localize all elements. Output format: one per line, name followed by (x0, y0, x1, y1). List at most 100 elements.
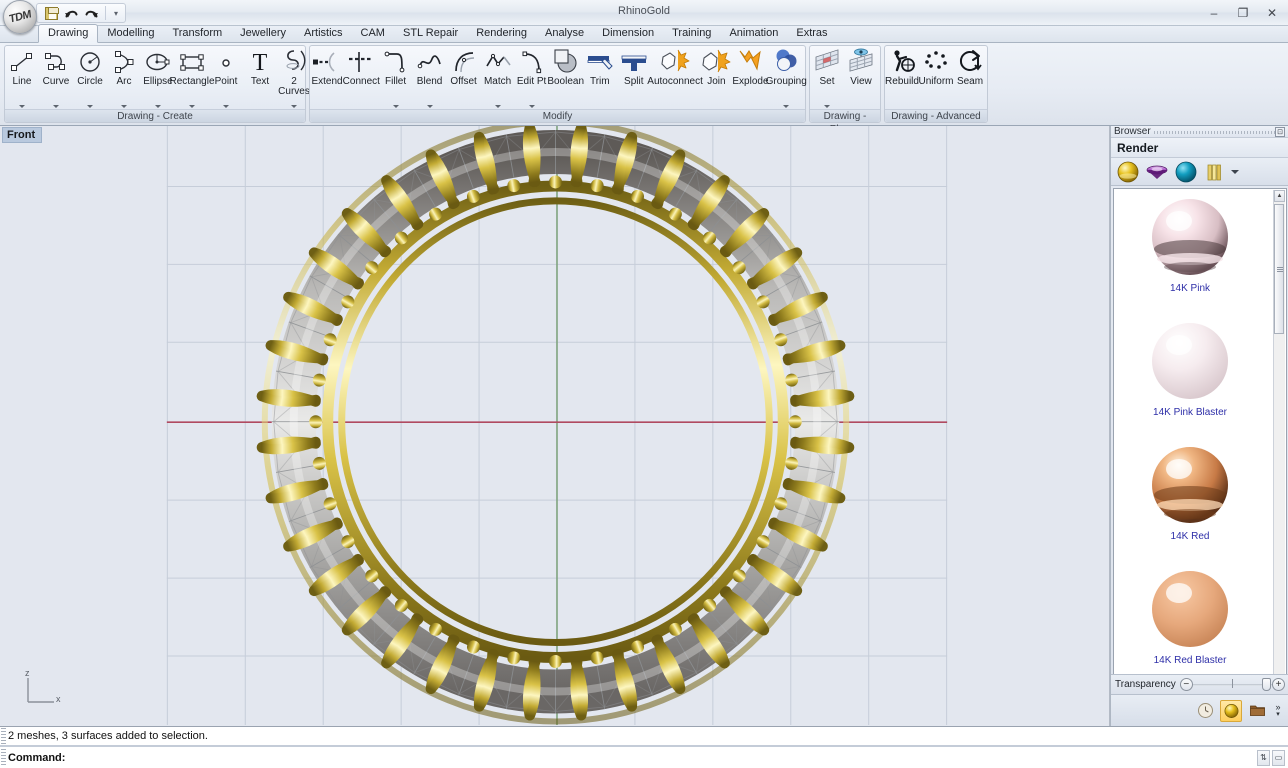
ribbon-button-rectangle[interactable]: Rectangle (169, 48, 215, 110)
ribbon-button-dropdown-arrow-icon[interactable] (189, 105, 195, 108)
ribbon-button-edit-pt[interactable]: Edit Pt (515, 48, 549, 110)
ribbon-button-explode[interactable]: Explode (732, 48, 769, 110)
ribbon-button-arc[interactable]: Arc (107, 48, 141, 110)
ribbon-button-extend[interactable]: Extend (310, 48, 344, 110)
ribbon-button-dropdown-arrow-icon[interactable] (53, 105, 59, 108)
tab-dimension[interactable]: Dimension (593, 25, 663, 42)
ribbon-button-dropdown-arrow-icon[interactable] (426, 105, 433, 108)
gold-material-icon[interactable] (1220, 699, 1242, 722)
tab-jewellery[interactable]: Jewellery (231, 25, 295, 42)
scroll-up-arrow-icon[interactable]: ▲ (1274, 190, 1285, 202)
gold-sphere-icon[interactable] (1115, 160, 1141, 184)
ribbon-button-rebuild[interactable]: Rebuild (885, 48, 919, 110)
material-item[interactable]: 14K Red (1114, 437, 1266, 561)
ribbon-button-dropdown-arrow-icon[interactable] (87, 105, 93, 108)
close-button[interactable]: ✕ (1262, 4, 1282, 21)
ribbon-button-view[interactable]: View (844, 48, 878, 110)
ribbon-button-label: Rebuild (885, 76, 919, 87)
viewport-label[interactable]: Front (2, 127, 43, 143)
split-icon (620, 48, 648, 75)
blue-sphere-icon[interactable] (1173, 160, 1199, 184)
ribbon-button-match[interactable]: Match (481, 48, 515, 110)
material-item[interactable]: 14K Pink (1114, 189, 1266, 313)
ribbon-button-set[interactable]: Set (810, 48, 844, 110)
tab-modelling[interactable]: Modelling (98, 25, 163, 42)
axis-x-label: x (56, 694, 61, 704)
browser-pin-button[interactable]: ⊡ (1275, 126, 1285, 137)
ribbon-button-dropdown-arrow-icon[interactable] (528, 105, 535, 108)
viewport-canvas[interactable] (0, 126, 1109, 726)
ribbon-button-point[interactable]: Point (209, 48, 243, 110)
ribbon-button-connect[interactable]: Connect (342, 48, 380, 110)
viewport-front[interactable]: Front z x (0, 126, 1110, 726)
ribbon-button-autoconnect[interactable]: Autoconnect (647, 48, 703, 110)
folder-icon[interactable] (1246, 700, 1268, 722)
command-label: Command: (8, 751, 66, 764)
tab-transform[interactable]: Transform (163, 25, 231, 42)
autoconnect-icon (660, 48, 690, 75)
application-menu-button[interactable]: TDM (3, 0, 37, 34)
command-expand-icon[interactable]: ▭ (1272, 749, 1285, 766)
browser-caption-text: Browser (1114, 126, 1151, 137)
ribbon-button-dropdown-arrow-icon[interactable] (783, 105, 790, 108)
ribbon-button-dropdown-arrow-icon[interactable] (155, 105, 161, 108)
ribbon-button-text[interactable]: T Text (243, 48, 277, 110)
ribbon-button-dropdown-arrow-icon[interactable] (494, 105, 501, 108)
tab-rendering[interactable]: Rendering (467, 25, 536, 42)
ribbon-button-offset[interactable]: Offset (447, 48, 481, 110)
command-bar-gripper[interactable] (1, 748, 6, 767)
ribbon-button-line[interactable]: Line (5, 48, 39, 110)
ribbon-button-blend[interactable]: Blend (413, 48, 447, 110)
clock-icon[interactable] (1194, 700, 1216, 722)
tab-analyse[interactable]: Analyse (536, 25, 593, 42)
tab-training[interactable]: Training (663, 25, 720, 42)
scrollbar-thumb[interactable] (1274, 204, 1284, 334)
materials-library-icon[interactable] (1202, 160, 1228, 184)
maximize-button[interactable]: ❐ (1233, 4, 1253, 21)
ribbon-button-dropdown-arrow-icon[interactable] (223, 105, 229, 108)
ribbon-button-circle[interactable]: Circle (73, 48, 107, 110)
browser-toolbar-caret-icon[interactable] (1231, 169, 1239, 174)
ribbon-button-trim[interactable]: Trim (583, 48, 617, 110)
slider-thumb[interactable] (1262, 677, 1271, 691)
minimize-button[interactable]: – (1204, 4, 1224, 21)
status-bar-gripper[interactable] (1, 728, 6, 744)
ribbon-button-grouping[interactable]: Grouping (766, 48, 807, 110)
command-scroll-icon[interactable]: ⇅ (1257, 749, 1270, 766)
gem-icon[interactable] (1144, 160, 1170, 184)
tab-animation[interactable]: Animation (720, 25, 787, 42)
transparency-decrease-button[interactable]: − (1179, 678, 1193, 691)
ribbon-button-2[interactable]: 2 Curves (277, 48, 311, 110)
browser-title: Render (1111, 138, 1288, 158)
ribbon-button-curve[interactable]: Curve (39, 48, 73, 110)
tab-drawing[interactable]: Drawing (38, 24, 99, 43)
material-label: 14K Pink (1169, 283, 1211, 294)
transparency-increase-button[interactable]: + (1272, 678, 1285, 691)
ribbon-button-dropdown-arrow-icon[interactable] (824, 105, 830, 108)
ribbon-button-dropdown-arrow-icon[interactable] (291, 105, 297, 108)
ribbon-button-boolean[interactable]: Boolean (547, 48, 584, 110)
ribbon-button-label: Point (214, 76, 238, 87)
ribbon-button-split[interactable]: Split (617, 48, 651, 110)
ribbon-button-join[interactable]: Join (699, 48, 733, 110)
view-plane-icon (847, 48, 875, 75)
material-item[interactable]: 14K Pink Blaster (1114, 313, 1266, 437)
tab-extras[interactable]: Extras (787, 25, 836, 42)
ribbon-button-fillet[interactable]: Fillet (379, 48, 413, 110)
ribbon-button-dropdown-arrow-icon[interactable] (392, 105, 399, 108)
command-input[interactable] (65, 748, 1257, 767)
browser-drag-handle[interactable] (1153, 128, 1275, 135)
tab-stl-repair[interactable]: STL Repair (394, 25, 467, 42)
ribbon-button-seam[interactable]: Seam (953, 48, 987, 110)
ribbon-button-label: Set (819, 76, 835, 87)
tab-cam[interactable]: CAM (352, 25, 394, 42)
ribbon-button-dropdown-arrow-icon[interactable] (19, 105, 25, 108)
tab-artistics[interactable]: Artistics (295, 25, 352, 42)
ribbon-button-uniform[interactable]: Uniform (919, 48, 954, 110)
overflow-icon[interactable]: » ▾ (1272, 700, 1284, 722)
connect-icon (346, 48, 376, 75)
transparency-slider[interactable]: − + (1179, 677, 1285, 692)
ribbon-button-dropdown-arrow-icon[interactable] (121, 105, 127, 108)
material-item[interactable]: 14K Red Blaster (1114, 561, 1266, 685)
ribbon-button-label: Connect (342, 76, 380, 87)
